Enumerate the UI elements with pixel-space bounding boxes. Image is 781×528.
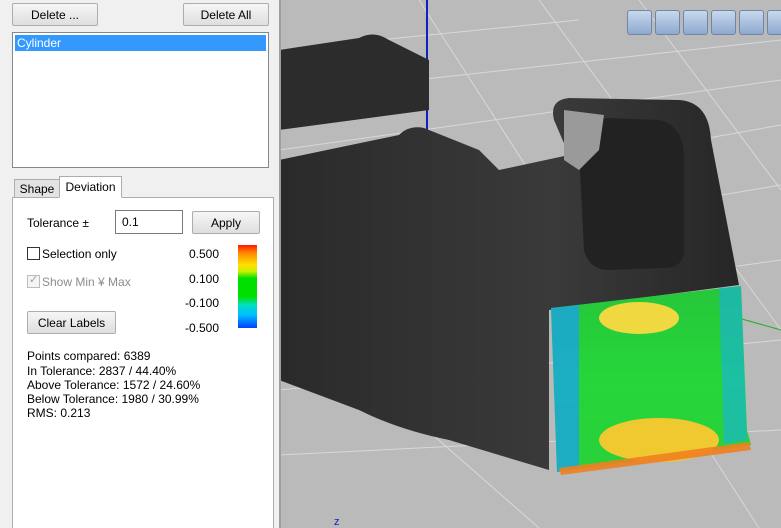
object-list[interactable]: Cylinder (12, 32, 269, 168)
tab-deviation[interactable]: Deviation (59, 176, 122, 198)
points-compared-text: Points compared: 6389 (27, 349, 151, 363)
more-icon[interactable] (767, 10, 781, 35)
apply-button[interactable]: Apply (192, 211, 260, 234)
rotate-icon[interactable] (683, 10, 708, 35)
check-icon: ✓ (29, 274, 39, 286)
scale-label-lower: -0.100 (184, 296, 219, 310)
delete-button[interactable]: Delete ... (12, 3, 98, 26)
3d-viewport[interactable]: z (279, 0, 781, 528)
scene-render: z (279, 0, 781, 528)
pan-icon[interactable] (711, 10, 736, 35)
show-minmax-label: Show Min ¥ Max (42, 275, 131, 289)
clear-labels-button[interactable]: Clear Labels (27, 311, 116, 334)
list-item[interactable]: Cylinder (15, 35, 266, 51)
axis-label: z (334, 516, 340, 528)
viewport-border (279, 0, 281, 528)
selection-only-label: Selection only (42, 247, 117, 261)
zoom-fit-icon[interactable] (627, 10, 652, 35)
tab-shape[interactable]: Shape (14, 179, 60, 198)
side-panel: Delete ... Delete All Cylinder Shape Dev… (0, 0, 279, 528)
delete-all-button[interactable]: Delete All (183, 3, 269, 26)
deviation-hotspot-top (599, 302, 679, 334)
show-minmax-checkbox[interactable]: ✓ (27, 274, 40, 288)
scale-label-upper: 0.100 (188, 272, 219, 286)
color-scale-bar (238, 245, 257, 328)
scale-label-min: -0.500 (184, 321, 219, 335)
scale-label-max: 0.500 (188, 247, 219, 261)
below-tolerance-text: Below Tolerance: 1980 / 30.99% (27, 392, 199, 406)
zoom-plus-icon[interactable] (739, 10, 764, 35)
zoom-icon[interactable] (655, 10, 680, 35)
object-back (279, 34, 429, 130)
selection-only-checkbox[interactable] (27, 247, 40, 260)
rms-text: RMS: 0.213 (27, 406, 91, 420)
above-tolerance-text: Above Tolerance: 1572 / 24.60% (27, 378, 201, 392)
tolerance-label: Tolerance ± (27, 216, 89, 230)
in-tolerance-text: In Tolerance: 2837 / 44.40% (27, 364, 177, 378)
tolerance-input[interactable] (115, 210, 183, 234)
